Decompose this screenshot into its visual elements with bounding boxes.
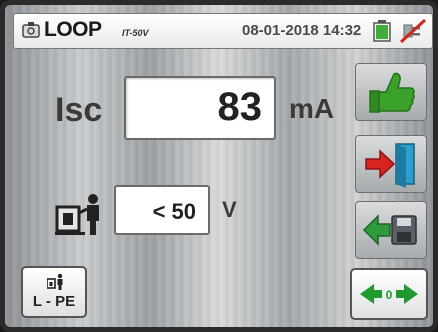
no-connection-plug-icon <box>399 18 427 44</box>
touch-voltage-small-icon <box>47 273 63 290</box>
thumbs-up-icon <box>369 72 415 113</box>
header-bar: LOOP IT-50V 08-01-2018 14:32 <box>13 13 433 49</box>
touch-voltage-box: < 50 <box>114 185 210 235</box>
isc-value: 83 <box>217 85 263 129</box>
result-ok-button[interactable] <box>355 63 427 121</box>
page-subtitle: IT-50V <box>122 28 149 38</box>
touch-voltage-unit: V <box>222 197 237 222</box>
exit-door-icon <box>365 143 415 188</box>
battery-icon <box>373 20 391 42</box>
datetime: 08-01-2018 14:32 <box>242 22 362 39</box>
zero-calibration-button[interactable]: 0 <box>350 268 428 320</box>
loop-icon <box>22 22 40 38</box>
page-title: LOOP <box>44 18 102 41</box>
save-icon <box>362 214 417 246</box>
touch-voltage-value: < 50 <box>152 199 196 224</box>
save-button[interactable] <box>355 201 427 259</box>
instrument-screen: LOOP IT-50V 08-01-2018 14:32 Isc 83 mA <… <box>0 0 438 332</box>
isc-unit: mA <box>289 93 335 124</box>
exit-button[interactable] <box>355 135 427 193</box>
isc-label: Isc <box>55 91 103 129</box>
zero-calibration-icon: 0 <box>360 284 418 304</box>
isc-value-box: 83 <box>124 76 276 140</box>
l-pe-label: L - PE <box>32 293 76 310</box>
l-pe-button[interactable]: L - PE <box>21 266 87 318</box>
svg-text:0: 0 <box>386 288 393 302</box>
touch-voltage-icon <box>55 194 99 235</box>
